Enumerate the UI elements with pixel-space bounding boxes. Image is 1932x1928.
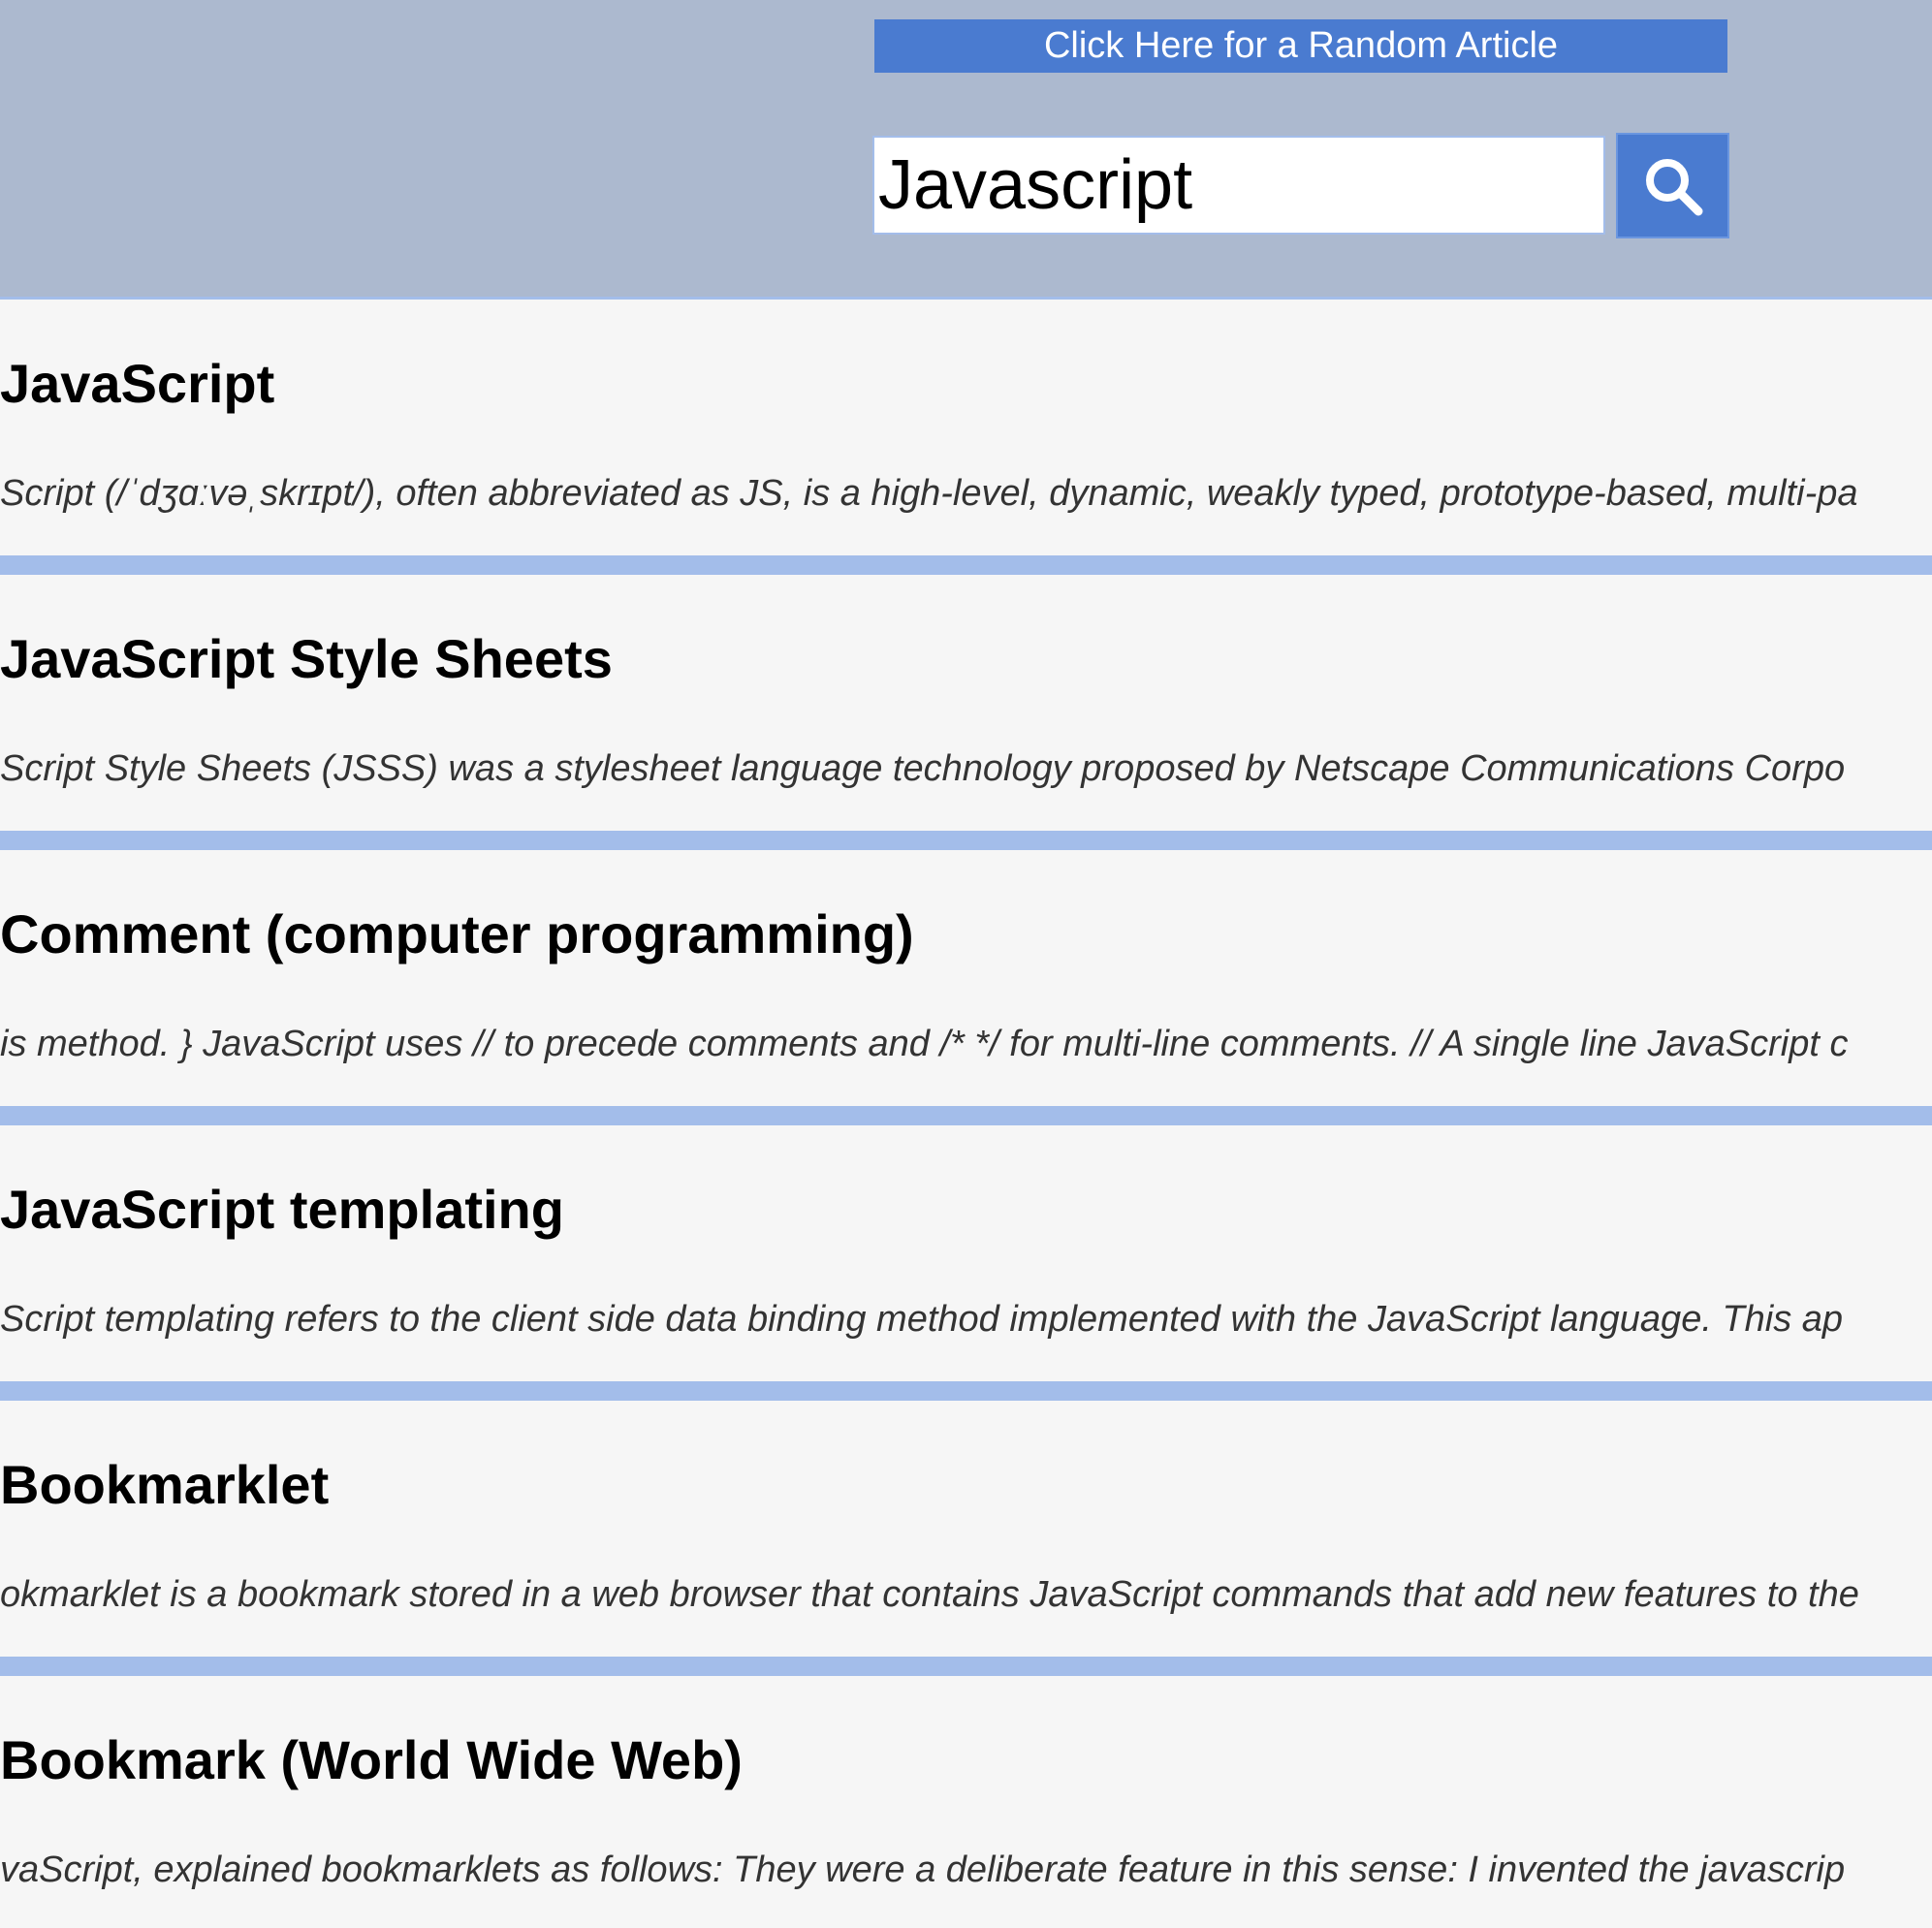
result-snippet: is method. } JavaScript uses // to prece… xyxy=(0,1024,1849,1064)
result-snippet: vaScript, explained bookmarklets as foll… xyxy=(0,1849,1846,1890)
result-title[interactable]: Bookmarklet xyxy=(0,1458,329,1512)
search-result: Bookmarklet okmarklet is a bookmark stor… xyxy=(0,1401,1932,1676)
result-title[interactable]: JavaScript templating xyxy=(0,1183,564,1237)
result-title[interactable]: Comment (computer programming) xyxy=(0,907,914,962)
search-icon xyxy=(1645,158,1702,215)
random-article-button[interactable]: Click Here for a Random Article xyxy=(874,19,1727,73)
result-title[interactable]: JavaScript Style Sheets xyxy=(0,632,613,686)
search-result: Bookmark (World Wide Web) vaScript, expl… xyxy=(0,1676,1932,1928)
search-result: Comment (computer programming) is method… xyxy=(0,850,1932,1125)
result-title[interactable]: Bookmark (World Wide Web) xyxy=(0,1733,743,1787)
search-result: JavaScript templating Script templating … xyxy=(0,1125,1932,1401)
result-title[interactable]: JavaScript xyxy=(0,357,274,411)
result-snippet: Script Style Sheets (JSSS) was a stylesh… xyxy=(0,748,1846,789)
result-snippet: Script (/ˈdʒɑːvəˌskrɪpt/), often abbrevi… xyxy=(0,473,1858,514)
result-snippet: Script templating refers to the client s… xyxy=(0,1299,1844,1340)
search-result: JavaScript Script (/ˈdʒɑːvəˌskrɪpt/), of… xyxy=(0,300,1932,575)
search-button[interactable] xyxy=(1616,133,1729,238)
search-input[interactable] xyxy=(872,136,1605,235)
search-result: JavaScript Style Sheets Script Style She… xyxy=(0,575,1932,850)
header: Click Here for a Random Article xyxy=(0,0,1932,300)
search-results: JavaScript Script (/ˈdʒɑːvəˌskrɪpt/), of… xyxy=(0,300,1932,1928)
result-snippet: okmarklet is a bookmark stored in a web … xyxy=(0,1574,1859,1615)
app-root: Click Here for a Random Article JavaScri… xyxy=(0,0,1932,1928)
